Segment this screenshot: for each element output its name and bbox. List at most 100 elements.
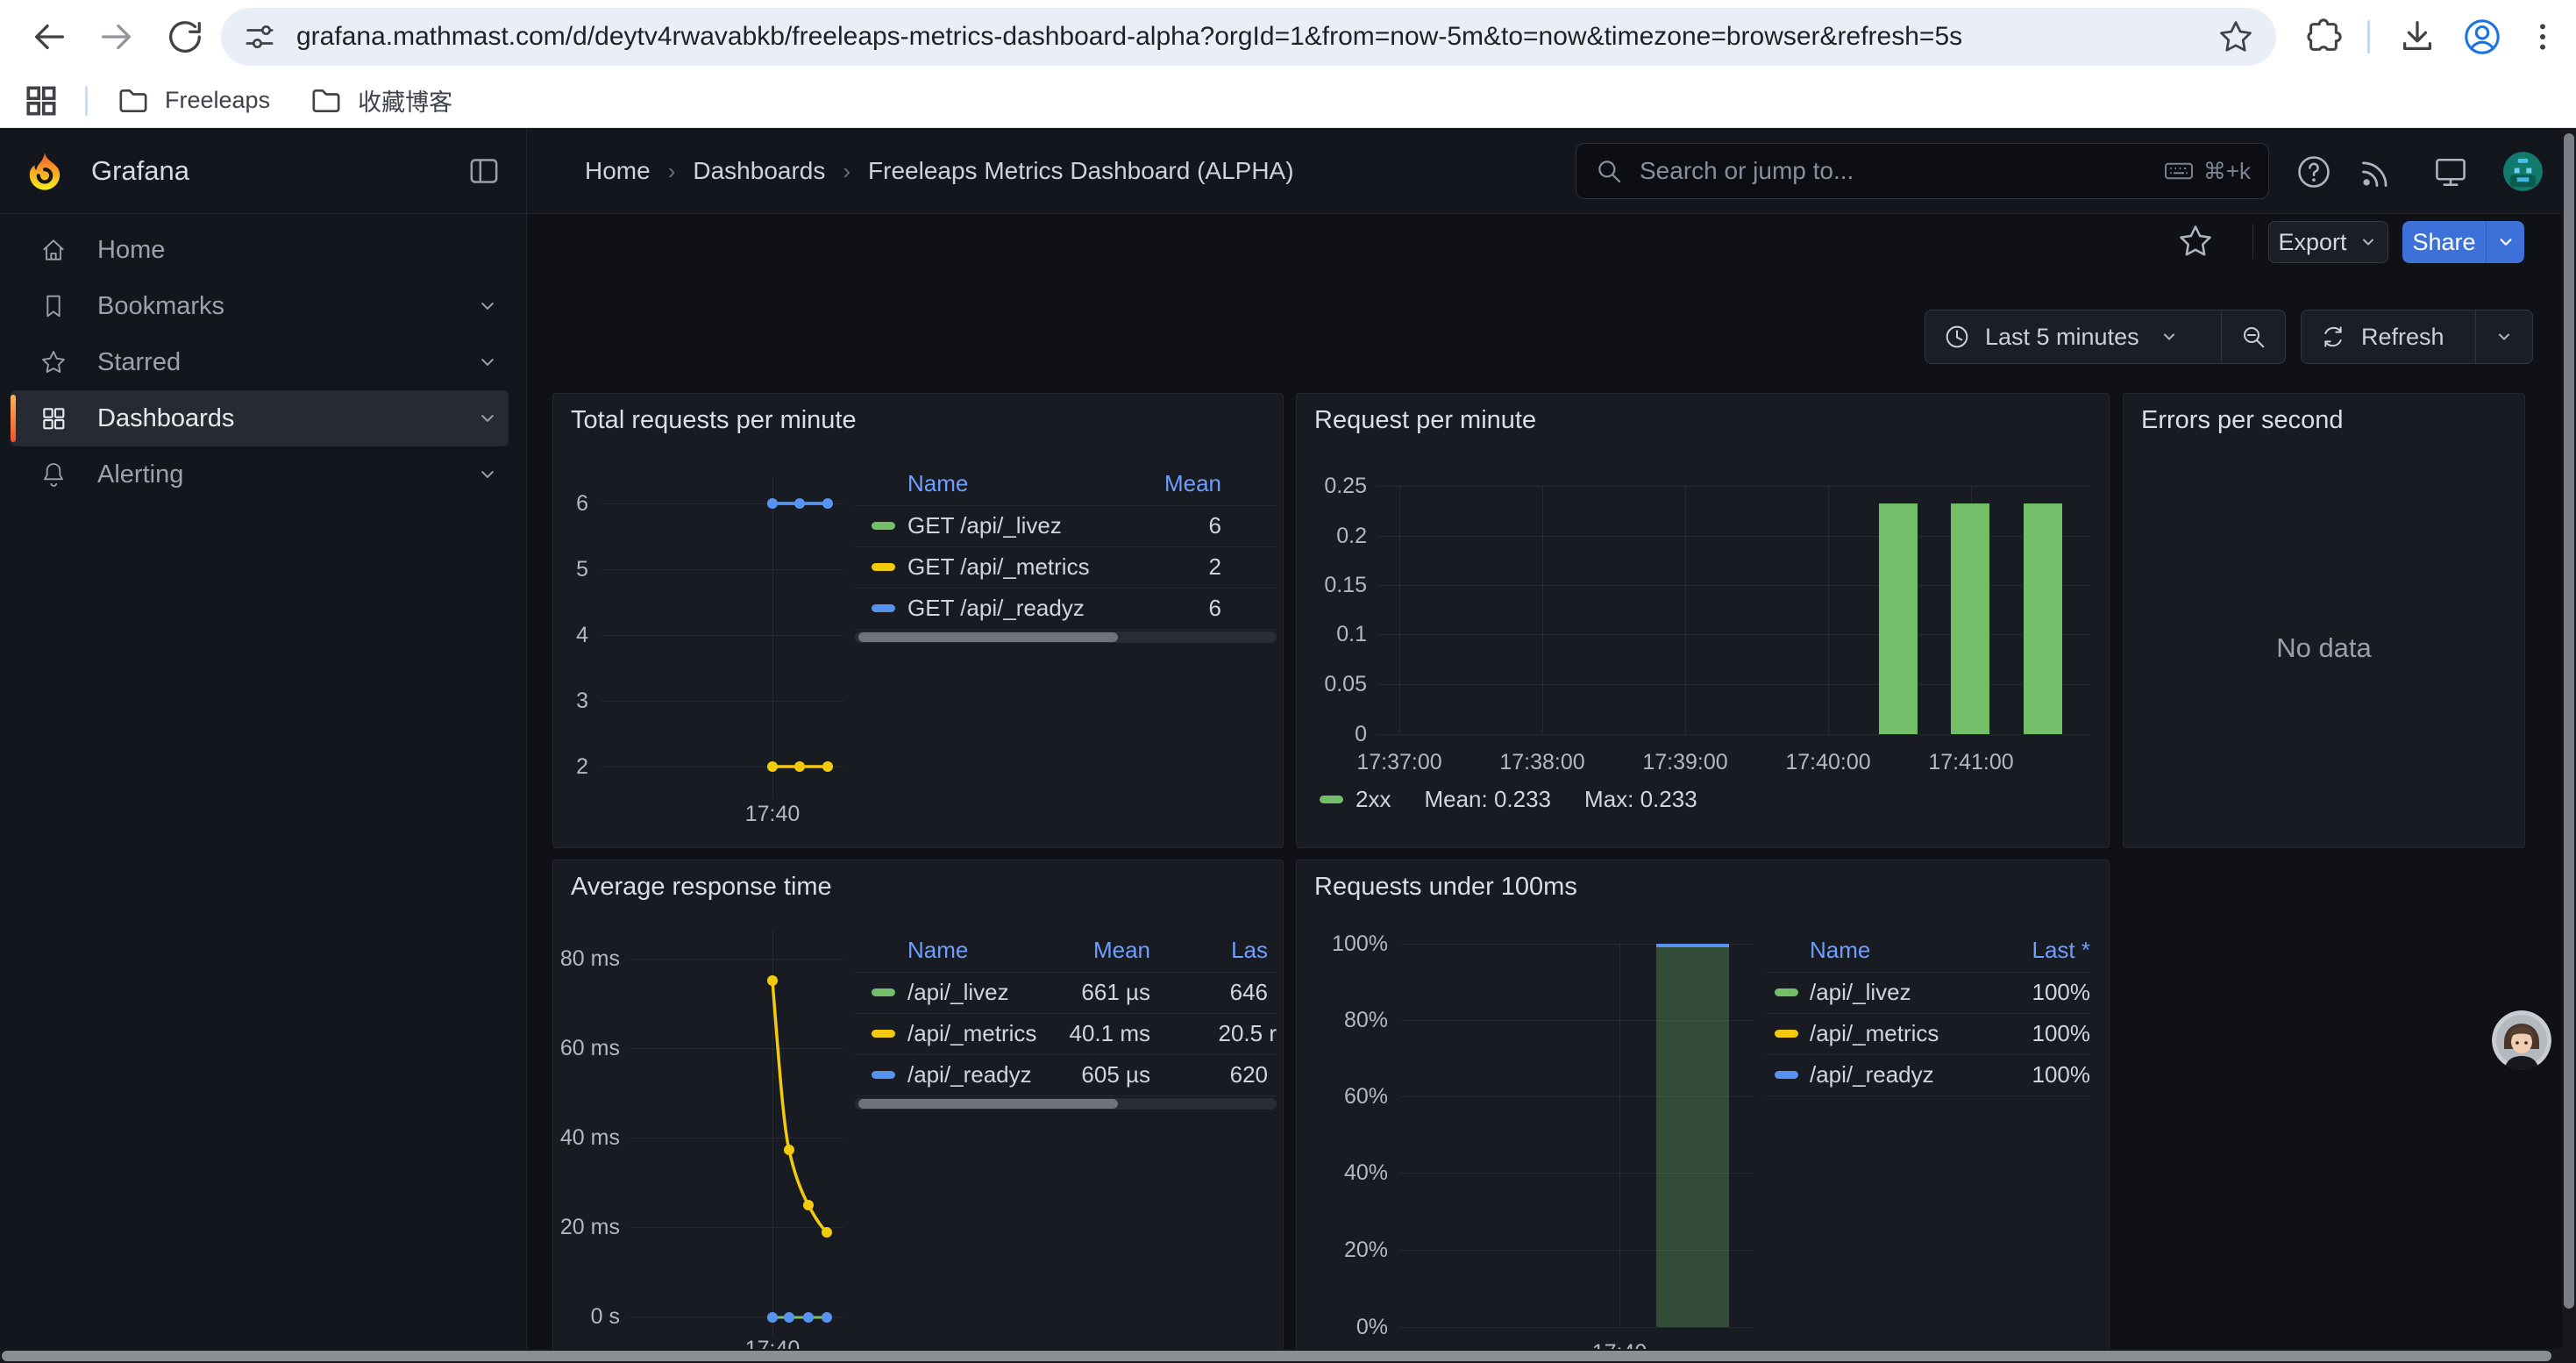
breadcrumb-item[interactable]: Home [585, 157, 651, 185]
vertical-scrollbar[interactable] [2562, 128, 2576, 1363]
legend-series-value: 6 [1209, 513, 1221, 538]
legend-series[interactable]: 2xx [1320, 786, 1391, 813]
series-color-pill [872, 563, 895, 571]
sidebar-toggle-icon[interactable] [466, 153, 502, 189]
series-color-pill [872, 604, 895, 612]
clock-icon [1943, 323, 1971, 351]
monitor-icon[interactable] [2431, 153, 2470, 191]
chevron-down-icon [2358, 232, 2379, 253]
x-tick: 17:41:00 [1918, 750, 2024, 774]
legend-series-name[interactable]: /api/_readyz [907, 1062, 1032, 1087]
back-arrow-icon[interactable] [29, 17, 69, 57]
menu-kebab-icon[interactable] [2525, 17, 2560, 57]
time-range-control: Last 5 minutes [1925, 310, 2286, 364]
share-menu-button[interactable] [2486, 221, 2524, 263]
chevron-down-icon[interactable] [475, 462, 500, 487]
legend-col-mean[interactable]: Mean [1164, 471, 1221, 496]
legend-series-name[interactable]: /api/_metrics [907, 1021, 1036, 1045]
profile-icon[interactable] [2462, 17, 2502, 57]
favorite-star-icon[interactable] [2176, 222, 2215, 260]
sidebar-item-label: Dashboards [97, 404, 234, 433]
legend-series-last: 100% [2032, 1021, 2091, 1045]
zoom-out-icon [2239, 323, 2267, 351]
vertical-scrollbar-thumb[interactable] [2564, 133, 2574, 1309]
horizontal-scrollbar[interactable] [0, 1349, 2576, 1363]
extensions-puzzle-icon[interactable] [2303, 17, 2344, 57]
help-icon[interactable] [2295, 153, 2333, 191]
legend-series-name[interactable]: GET /api/_readyz [907, 596, 1085, 620]
panel-errors-per-second: Errors per second No data [2123, 393, 2525, 848]
refresh-interval-button[interactable] [2476, 310, 2532, 363]
sidebar-item-dashboards[interactable]: Dashboards [11, 390, 509, 446]
bookmark-folder-blogs[interactable]: 收藏博客 [309, 83, 452, 118]
legend-series-name[interactable]: /api/_readyz [1810, 1062, 1934, 1087]
legend-col-name[interactable]: Name [907, 938, 968, 962]
search-icon [1594, 156, 1624, 186]
sidebar-item-starred[interactable]: Starred [11, 334, 509, 390]
legend-mean: Mean: 0.233 [1424, 786, 1551, 813]
legend-series-name[interactable]: /api/_livez [907, 980, 1009, 1004]
brand-title[interactable]: Grafana [91, 155, 189, 187]
bookmarks-bar: Freeleaps 收藏博客 [0, 74, 2576, 128]
legend-series-last: 100% [2032, 1062, 2091, 1087]
breadcrumb: Home › Dashboards › Freeleaps Metrics Da… [585, 128, 1294, 214]
sidebar-item-label: Home [97, 236, 165, 265]
legend-series-name[interactable]: GET /api/_metrics [907, 554, 1090, 579]
bookmark-folder-freeleaps[interactable]: Freeleaps [116, 83, 270, 118]
bookmark-icon [39, 292, 68, 320]
share-button[interactable]: Share [2402, 221, 2524, 263]
chevron-down-icon[interactable] [475, 350, 500, 375]
sidebar-item-home[interactable]: Home [11, 222, 509, 278]
reload-icon[interactable] [165, 17, 205, 57]
x-tick: 17:38:00 [1490, 750, 1595, 774]
floating-assistant-avatar[interactable] [2492, 1010, 2551, 1070]
legend-scrollbar[interactable] [855, 1098, 1277, 1110]
legend-series-name[interactable]: /api/_metrics [1810, 1021, 1939, 1045]
horizontal-scrollbar-thumb[interactable] [2, 1351, 2551, 1361]
forward-arrow-icon[interactable] [96, 17, 137, 57]
panel-title[interactable]: Errors per second [2141, 406, 2344, 435]
breadcrumb-item[interactable]: Dashboards [693, 157, 825, 185]
time-range-picker[interactable]: Last 5 minutes [1925, 310, 2221, 363]
series-color-pill [872, 1030, 895, 1038]
grafana-logo-icon[interactable] [25, 151, 65, 191]
sidebar-item-label: Alerting [97, 460, 183, 489]
breadcrumb-separator: › [668, 158, 676, 185]
url-text[interactable]: grafana.mathmast.com/d/deytv4rwavabkb/fr… [296, 22, 2217, 52]
zoom-out-button[interactable] [2222, 310, 2285, 363]
rss-icon[interactable] [2358, 153, 2396, 191]
user-avatar[interactable] [2503, 152, 2543, 191]
search-input[interactable]: Search or jump to... ⌘+k [1576, 143, 2269, 199]
search-shortcut: ⌘+k [2163, 155, 2251, 187]
legend-col-mean[interactable]: Mean [1093, 938, 1150, 962]
sidebar-item-alerting[interactable]: Alerting [11, 446, 509, 503]
bookmarks-divider [85, 86, 88, 116]
legend-series-last: 620 [1230, 1062, 1268, 1087]
legend-scrollbar[interactable] [855, 632, 1277, 643]
legend-col-name[interactable]: Name [1810, 938, 1870, 962]
chevron-down-icon[interactable] [475, 294, 500, 318]
legend-series-name[interactable]: GET /api/_livez [907, 513, 1062, 538]
legend-col-last[interactable]: Last * [2032, 938, 2091, 962]
export-button[interactable]: Export [2268, 221, 2388, 263]
grafana-page: Grafana Home Bookmarks Starred Dashboard… [0, 128, 2576, 1363]
actions-divider [2252, 224, 2253, 259]
bar-chart[interactable] [1297, 394, 2110, 849]
sidebar-item-label: Bookmarks [97, 292, 224, 321]
legend-col-name[interactable]: Name [907, 471, 968, 496]
legend-series-name[interactable]: /api/_livez [1810, 980, 1911, 1004]
legend-col-last[interactable]: Las [1231, 938, 1268, 962]
download-icon[interactable] [2397, 17, 2437, 57]
series-color-pill [872, 522, 895, 530]
url-bar[interactable]: grafana.mathmast.com/d/deytv4rwavabkb/fr… [221, 8, 2276, 66]
site-info-icon[interactable] [242, 19, 277, 54]
apps-grid-icon[interactable] [22, 82, 60, 120]
x-tick: 17:37:00 [1347, 750, 1452, 774]
refresh-button[interactable]: Refresh [2302, 310, 2475, 363]
chevron-down-icon[interactable] [475, 406, 500, 431]
legend-table: Name Last * /api/_livez 100% /api/_metri… [1766, 938, 2090, 1113]
legend-series-last: 20.5 r [1219, 1021, 1277, 1045]
share-label[interactable]: Share [2402, 221, 2486, 263]
bookmark-star-icon[interactable] [2217, 18, 2255, 56]
sidebar-item-bookmarks[interactable]: Bookmarks [11, 278, 509, 334]
